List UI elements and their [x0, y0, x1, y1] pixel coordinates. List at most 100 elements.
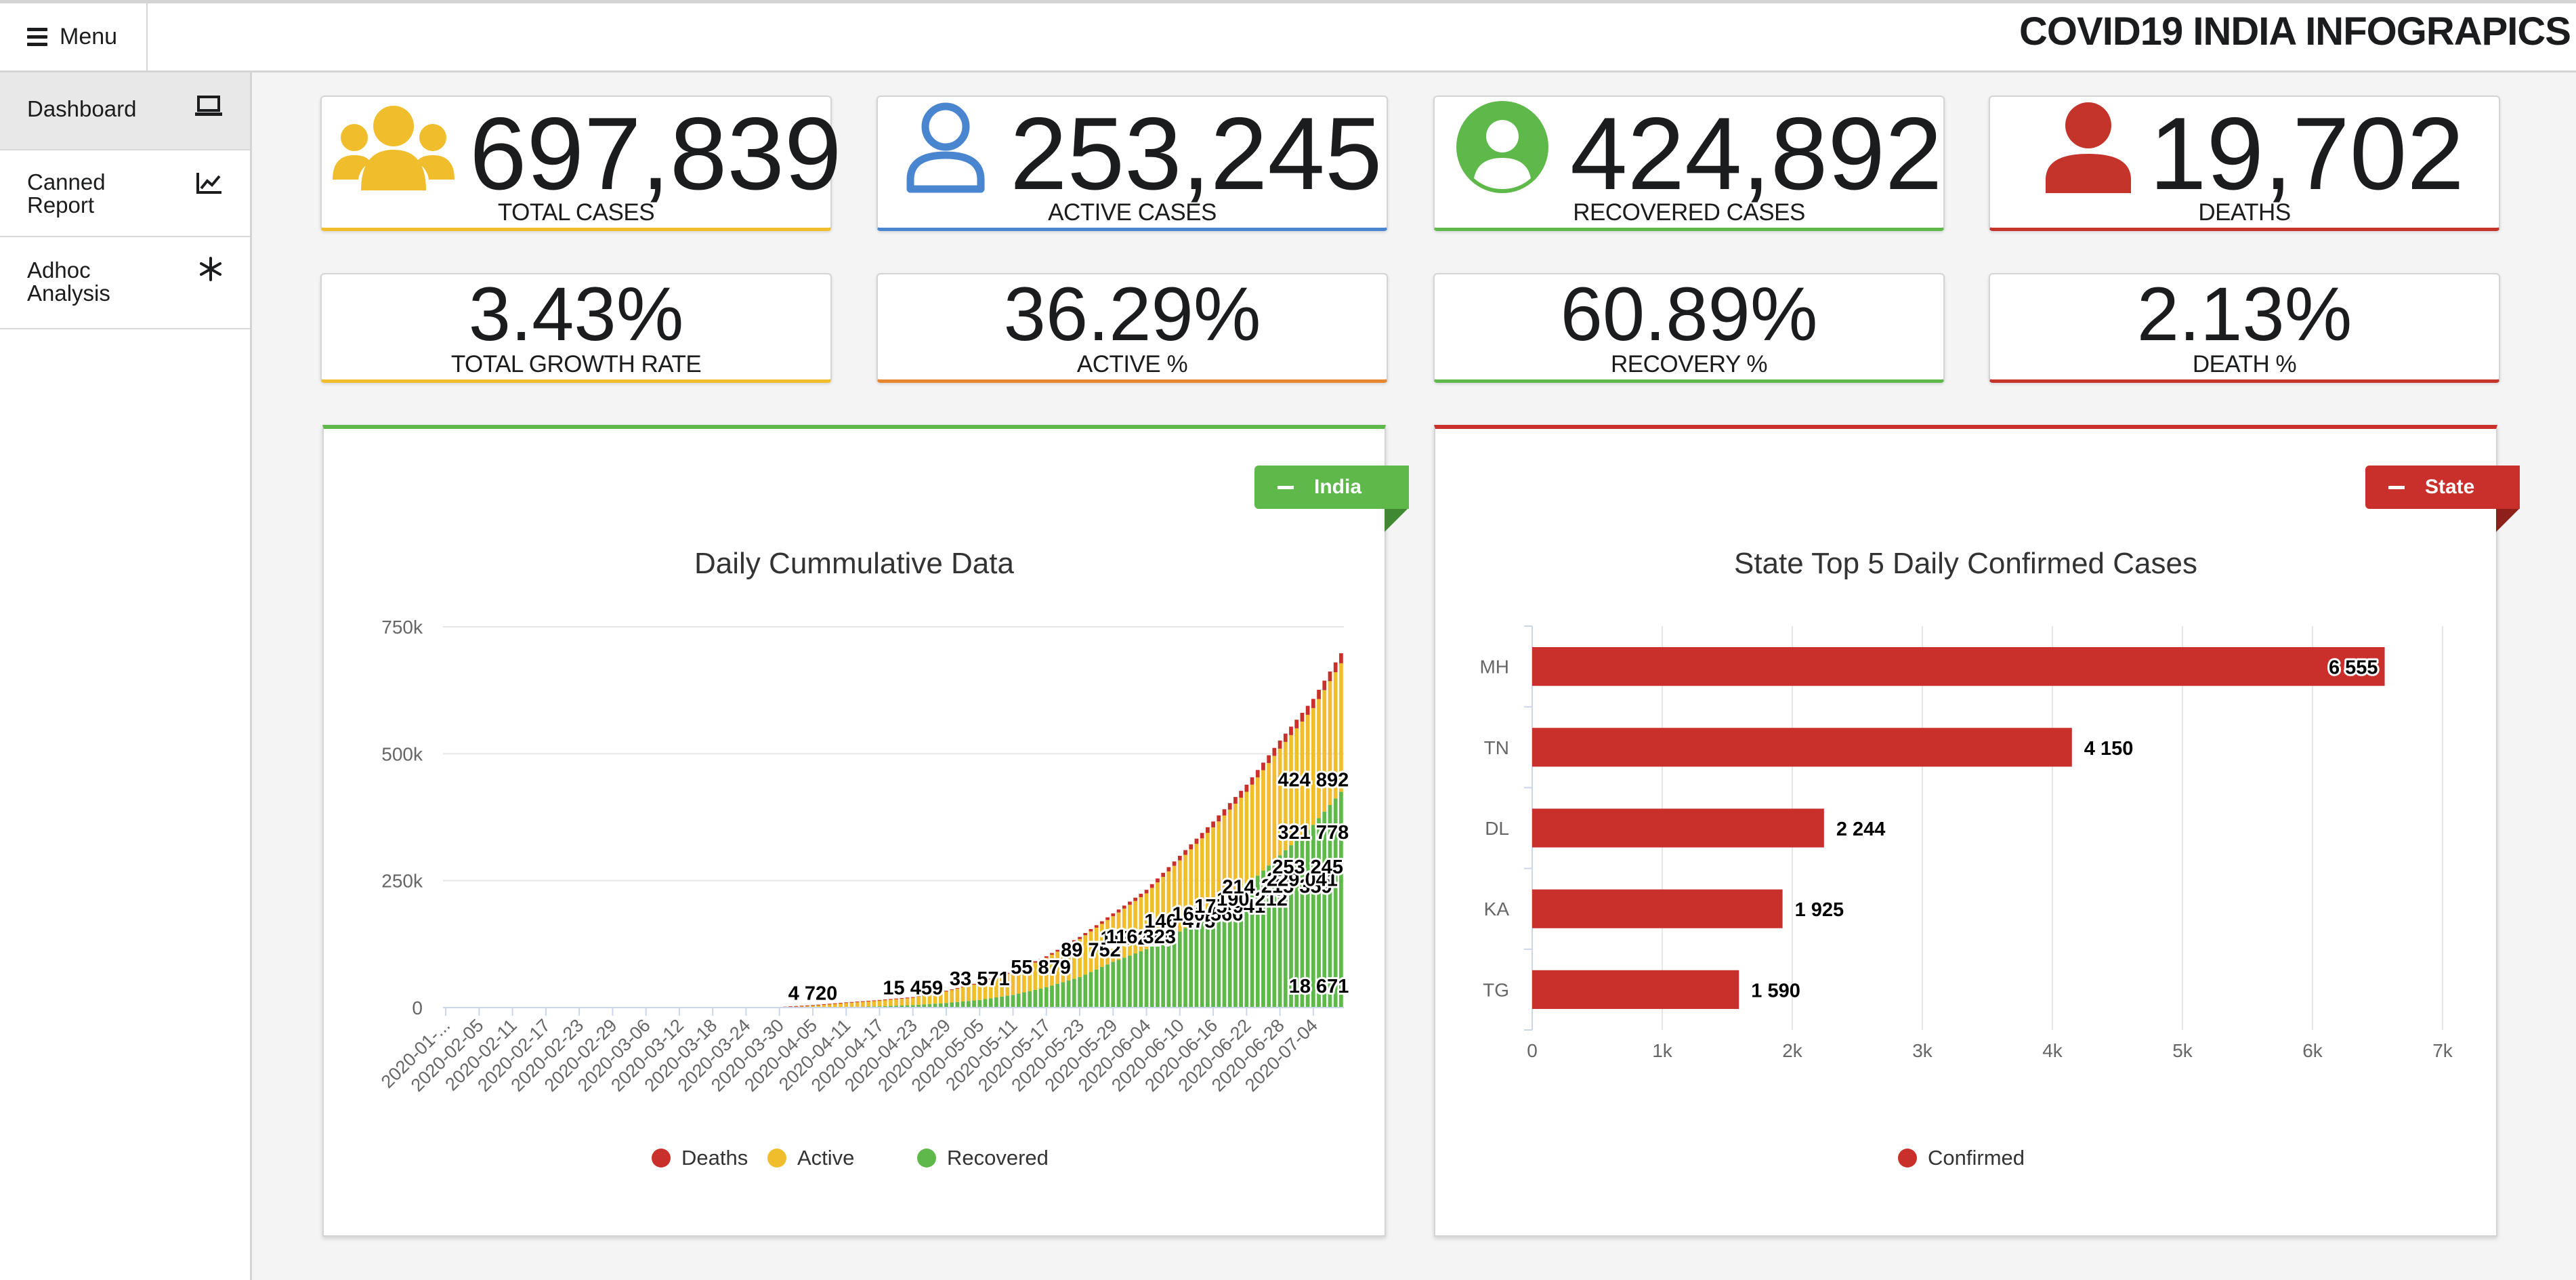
bar-active: [860, 1001, 865, 1007]
bar-recovered: [1183, 928, 1187, 1008]
bar-recovered: [1144, 949, 1149, 1008]
bar-active: [1317, 699, 1321, 819]
bar-deaths: [877, 999, 882, 1001]
x-tick-label: 0: [1527, 1040, 1538, 1061]
bar-deaths: [1255, 770, 1260, 778]
bar-recovered: [1089, 972, 1093, 1008]
bar-active: [955, 989, 960, 1002]
bar-recovered: [1105, 964, 1110, 1008]
bar-deaths: [1217, 815, 1221, 822]
legend-label[interactable]: Active: [797, 1146, 854, 1170]
legend-label[interactable]: Confirmed: [1928, 1146, 2025, 1170]
bar-recovered: [1139, 951, 1143, 1008]
bar-deaths: [794, 1006, 799, 1007]
bar-active: [894, 999, 898, 1006]
bar-active: [944, 991, 948, 1004]
bar-deaths: [849, 1002, 854, 1003]
legend-marker[interactable]: [917, 1149, 936, 1168]
bar-active: [1250, 784, 1254, 881]
bar-deaths: [1272, 747, 1277, 756]
data-label: 253 245: [1272, 856, 1343, 878]
bar-active: [844, 1002, 849, 1008]
bar-deaths: [1222, 809, 1227, 816]
bar-deaths: [1239, 791, 1243, 798]
bar-recovered: [1194, 921, 1199, 1008]
bar-deaths: [1261, 762, 1265, 770]
sidebar-item-dashboard[interactable]: Dashboard: [0, 73, 250, 150]
bar-recovered: [960, 1002, 965, 1008]
bar-active: [855, 1002, 860, 1007]
bar-recovered: [1177, 931, 1182, 1008]
stat-value: 424,892: [1570, 96, 1943, 211]
bar-active: [866, 1001, 870, 1007]
sidebar-item-adhoc-analysis[interactable]: Adhoc Analysis: [0, 237, 250, 329]
bar-deaths: [1322, 680, 1327, 690]
bar-active: [1267, 763, 1271, 866]
chart-title: State Top 5 Daily Confirmed Cases: [1734, 547, 2197, 580]
bar-deaths: [1172, 861, 1177, 866]
legend-label[interactable]: Deaths: [681, 1146, 748, 1170]
y-tick-label: 0: [412, 997, 423, 1018]
daily-cumulative-chart: Daily Cummulative Data0250k500k750k2020-…: [377, 547, 1351, 1170]
bar-recovered: [1028, 991, 1032, 1008]
legend-marker[interactable]: [767, 1149, 786, 1168]
bar-deaths: [1144, 890, 1149, 894]
stat-label: RECOVERED CASES: [1573, 199, 1805, 226]
bar-deaths: [1177, 855, 1182, 861]
bar-deaths: [1050, 953, 1054, 955]
bar-recovered: [1044, 987, 1049, 1008]
bar-deaths: [1116, 909, 1121, 913]
sidebar-item-canned-report[interactable]: Canned Report: [0, 150, 250, 237]
bar-recovered: [1094, 969, 1099, 1008]
bar-recovered: [994, 997, 998, 1008]
bar-recovered: [1156, 943, 1160, 1008]
bar-deaths: [1244, 785, 1249, 792]
y-tick-label: TG: [1483, 979, 1509, 1000]
bar-recovered: [1116, 959, 1121, 1008]
bar-recovered: [988, 998, 993, 1008]
legend-label[interactable]: Recovered: [947, 1146, 1049, 1170]
bar-deaths: [1078, 936, 1082, 939]
user-circle-icon: [1455, 100, 1550, 198]
bar-recovered: [1061, 982, 1065, 1008]
legend-marker[interactable]: [1898, 1149, 1917, 1168]
bar-active: [839, 1003, 843, 1008]
data-label: 321 778: [1278, 822, 1349, 844]
bar-recovered: [1133, 953, 1138, 1008]
bar-deaths: [1099, 921, 1104, 924]
bar-deaths: [1200, 833, 1204, 839]
bar-recovered: [950, 1002, 954, 1008]
bar-recovered: [1078, 977, 1082, 1008]
stat-value: 697,839: [469, 96, 842, 211]
bar-active: [849, 1002, 854, 1008]
ribbon-fold: [1385, 509, 1408, 532]
x-tick-label: 6k: [2302, 1040, 2323, 1061]
bar-active: [889, 999, 893, 1006]
bar-recovered: [1122, 957, 1126, 1008]
bar-recovered: [1000, 996, 1004, 1008]
bar-active: [883, 999, 887, 1006]
stat-card-total-cases: 697,839 TOTAL CASES: [320, 96, 841, 231]
bar-deaths: [1267, 755, 1271, 764]
menu-label: Menu: [60, 24, 118, 49]
bar-deaths: [1133, 897, 1138, 901]
rate-card-active: 36.29% ACTIVE %: [877, 273, 1388, 383]
bar-deaths: [1156, 878, 1160, 883]
data-label: 6 555: [2329, 657, 2378, 679]
menu-button[interactable]: Menu: [0, 3, 148, 70]
bar-deaths: [1294, 720, 1299, 728]
bar-confirmed: [1532, 646, 2385, 686]
rate-label: TOTAL GROWTH RATE: [450, 351, 702, 377]
stat-card-recovered-cases: 424,892 RECOVERED CASES: [1433, 96, 1945, 231]
data-label: 2 244: [1836, 819, 1886, 840]
bar-deaths: [1300, 712, 1305, 722]
rate-label: DEATH %: [2192, 351, 2297, 377]
state-chart-card: State State Top 5 Daily Confirmed Cases 0…: [1434, 425, 2520, 1237]
rate-value: 36.29%: [1003, 272, 1261, 356]
legend-marker[interactable]: [652, 1149, 671, 1168]
bar-deaths: [839, 1002, 843, 1004]
data-label: 18 671: [1289, 976, 1349, 997]
bar-deaths: [1105, 917, 1110, 920]
data-label: 1 925: [1795, 899, 1844, 921]
bar-recovered: [1083, 974, 1088, 1008]
